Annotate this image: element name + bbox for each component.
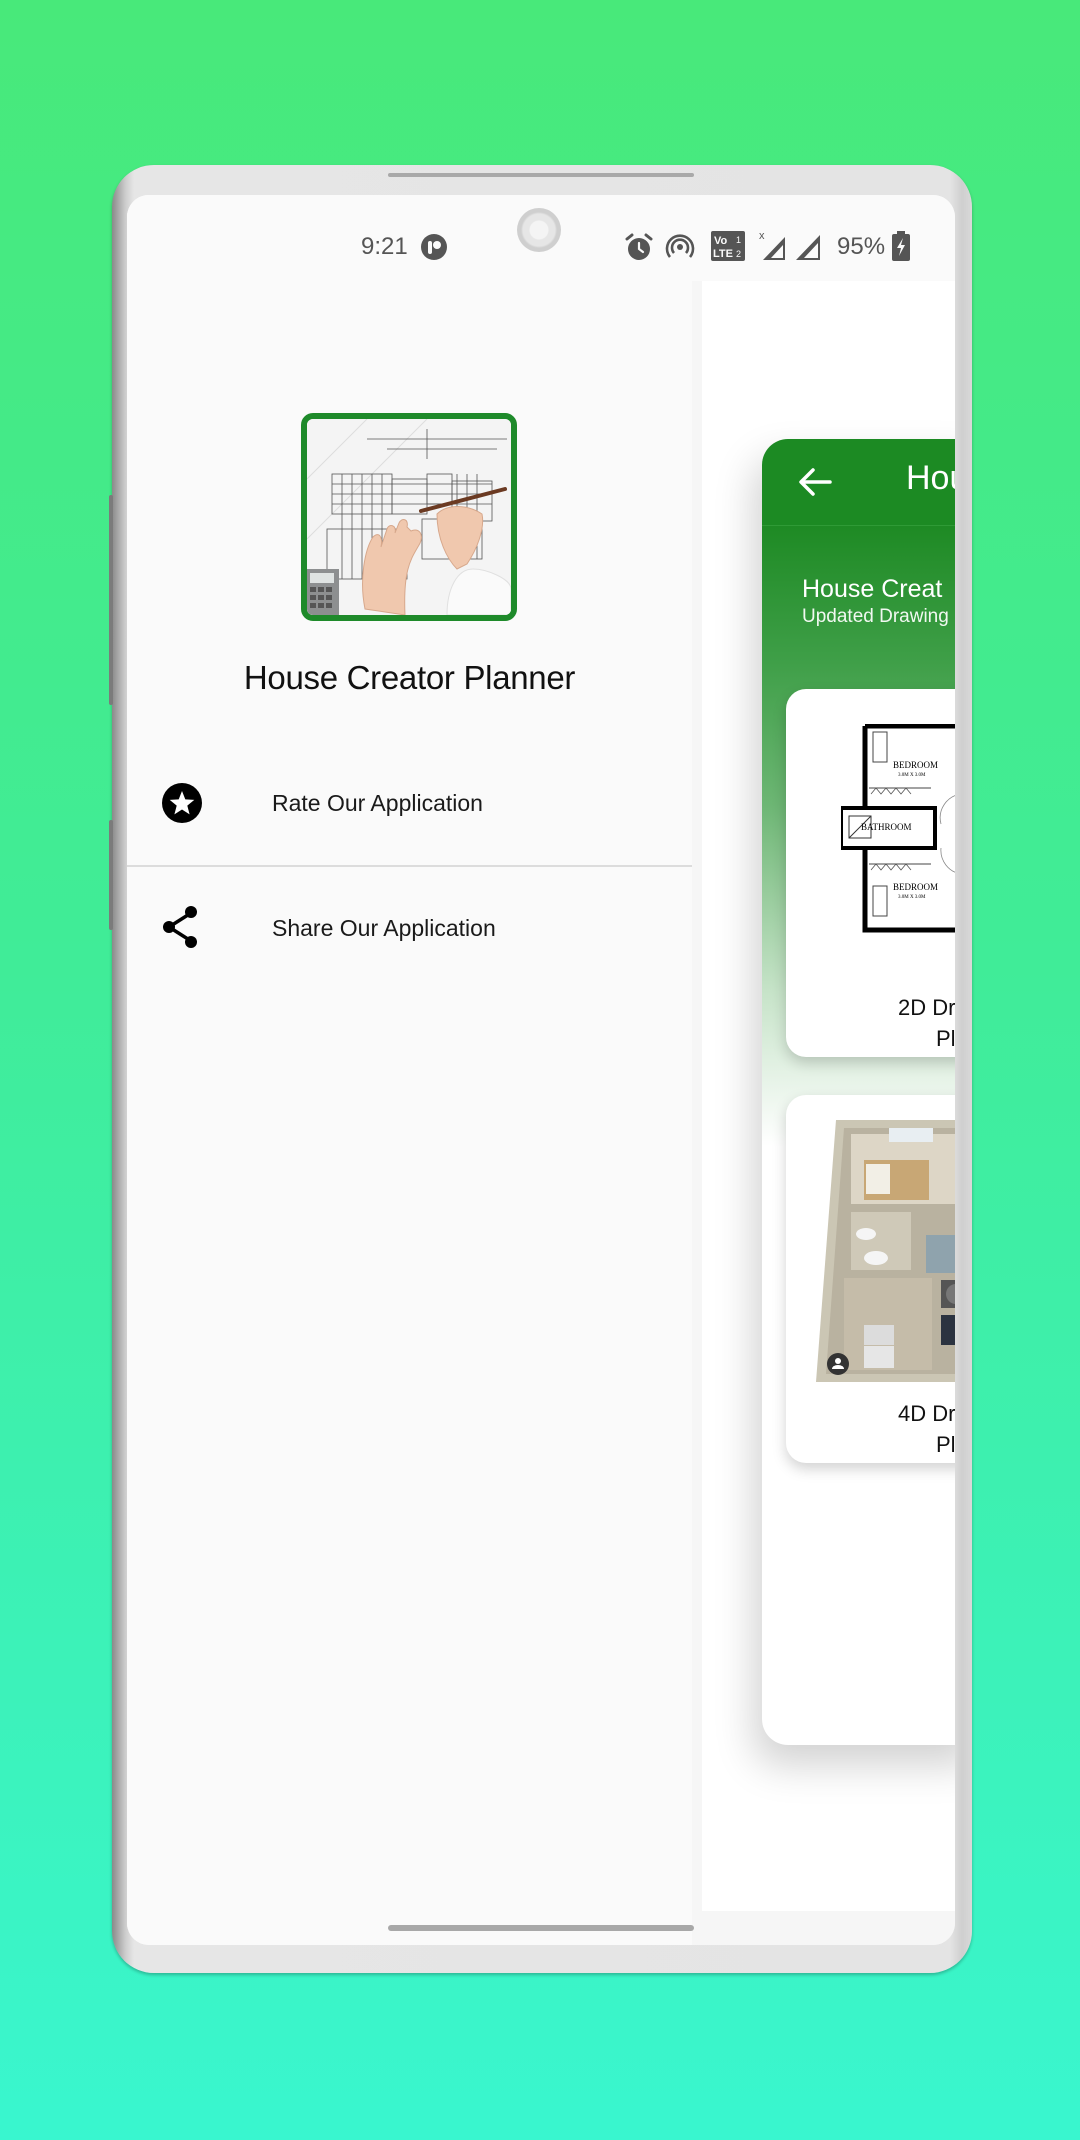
room-label: BEDROOM	[893, 882, 938, 892]
toolbar-title: Hou	[906, 459, 955, 497]
card-title-line1: 2D Dr	[898, 995, 955, 1020]
volume-button	[109, 495, 113, 705]
hero-title: House Creat	[802, 575, 943, 603]
alarm-icon	[624, 232, 654, 267]
3d-floor-plan-image	[816, 1120, 955, 1382]
volte-lte-icon: Vo LTE 1 2	[711, 231, 745, 266]
main-app-scrim[interactable]: Hou House Creat Updated Drawing	[692, 281, 955, 1945]
card-title-line1: 4D Dr	[898, 1401, 955, 1426]
menu-divider	[127, 865, 692, 867]
hero-subtitle: Updated Drawing	[802, 606, 949, 627]
star-circle-icon	[161, 782, 203, 824]
phone-screen: 9:21 Vo LTE 1 2 x 95% Ho House Creat Upd…	[127, 195, 955, 1945]
svg-text:2: 2	[736, 249, 741, 259]
battery-charging-icon	[892, 231, 910, 266]
svg-text:LTE: LTE	[713, 248, 733, 260]
battery-percent: 95%	[837, 233, 886, 260]
room-size-label: 3.0M X 3.0M	[898, 773, 926, 778]
menu-item-label: Rate Our Application	[272, 789, 483, 816]
signal-no-data-icon: x	[759, 229, 789, 266]
card-title-line2: Pla	[936, 1026, 955, 1051]
menu-item-rate[interactable]: Rate Our Application	[127, 748, 692, 858]
2d-floor-plan-image: BEDROOM 3.0M X 3.0M BATHROOM BEDROOM 3.0…	[841, 724, 955, 933]
card-title-line2: Pla	[936, 1432, 955, 1457]
main-app-surface: Hou House Creat Updated Drawing	[702, 281, 955, 1911]
menu-item-label: Share Our Application	[272, 914, 496, 941]
svg-text:Vo: Vo	[714, 235, 728, 247]
svg-text:x: x	[759, 230, 765, 242]
arrow-back-icon[interactable]	[798, 467, 832, 497]
toolbar: Hou	[762, 439, 955, 526]
plan-card-2d[interactable]: BEDROOM 3.0M X 3.0M BATHROOM BEDROOM 3.0…	[786, 689, 955, 1057]
navigation-drawer: House Creator Planner Rate Our Applicati…	[127, 195, 692, 1945]
share-icon	[161, 905, 203, 948]
svg-text:1: 1	[736, 235, 741, 245]
room-size-label: 3.0M X 3.0M	[898, 895, 926, 900]
main-app-window: Hou House Creat Updated Drawing	[762, 439, 955, 1745]
room-label: BEDROOM	[893, 760, 938, 770]
menu-item-share[interactable]: Share Our Application	[127, 873, 692, 983]
gesture-nav-bar[interactable]	[388, 1925, 694, 1931]
status-time: 9:21	[361, 233, 408, 260]
app-name: House Creator Planner	[243, 659, 576, 696]
status-bar: 9:21 Vo LTE 1 2 x 95%	[127, 195, 955, 281]
phone-top-edge	[388, 173, 694, 177]
power-button	[109, 820, 113, 930]
app-notification-icon	[420, 233, 448, 266]
signal-icon	[794, 231, 822, 266]
room-label: BATHROOM	[861, 822, 912, 832]
hotspot-icon	[665, 232, 695, 267]
plan-card-4d[interactable]: 4D Dr Pla	[786, 1095, 955, 1463]
front-camera	[517, 208, 561, 252]
blueprint-drawing-image	[301, 413, 517, 621]
